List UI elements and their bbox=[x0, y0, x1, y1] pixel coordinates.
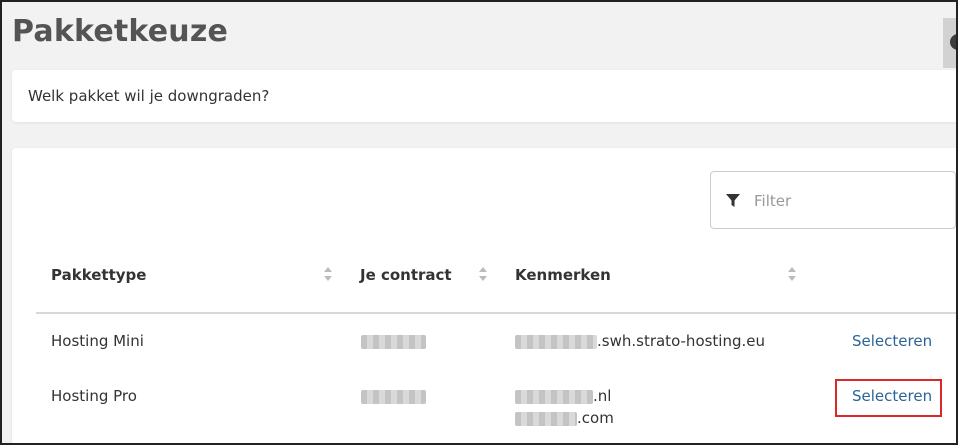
select-button[interactable]: Selecteren bbox=[852, 387, 932, 405]
redacted-domain bbox=[515, 335, 597, 349]
column-header-contract[interactable]: Je contract bbox=[360, 266, 452, 284]
question-text: Welk pakket wil je downgraden? bbox=[28, 87, 270, 105]
row-1-feature: .swh.strato-hosting.eu bbox=[597, 332, 766, 350]
filter-icon bbox=[726, 194, 740, 207]
page-title: Pakketkeuze bbox=[12, 14, 229, 49]
question-card: Welk pakket wil je downgraden? bbox=[12, 70, 958, 122]
row-1-type: Hosting Mini bbox=[51, 332, 144, 350]
redacted-domain bbox=[515, 390, 593, 404]
column-header-kenmerken[interactable]: Kenmerken bbox=[515, 266, 611, 284]
package-table-card: Pakkettype Je contract Kenmerken Hosting… bbox=[12, 148, 958, 445]
redacted-contract bbox=[361, 335, 426, 349]
filter-input[interactable] bbox=[754, 188, 944, 214]
row-2-feature-2: .com bbox=[577, 409, 614, 427]
select-button[interactable]: Selecteren bbox=[852, 332, 932, 350]
filter-box[interactable] bbox=[710, 171, 956, 229]
row-2-type: Hosting Pro bbox=[51, 387, 137, 405]
user-icon bbox=[950, 34, 958, 50]
avatar[interactable] bbox=[943, 18, 958, 68]
redacted-contract bbox=[361, 390, 426, 404]
sort-icon[interactable] bbox=[788, 267, 796, 281]
row-2-feature-1: .nl bbox=[593, 387, 612, 405]
sort-icon[interactable] bbox=[324, 267, 332, 281]
column-header-pakkettype[interactable]: Pakkettype bbox=[51, 266, 146, 284]
redacted-domain bbox=[515, 412, 577, 426]
sort-icon[interactable] bbox=[479, 267, 487, 281]
header-divider bbox=[36, 312, 958, 314]
